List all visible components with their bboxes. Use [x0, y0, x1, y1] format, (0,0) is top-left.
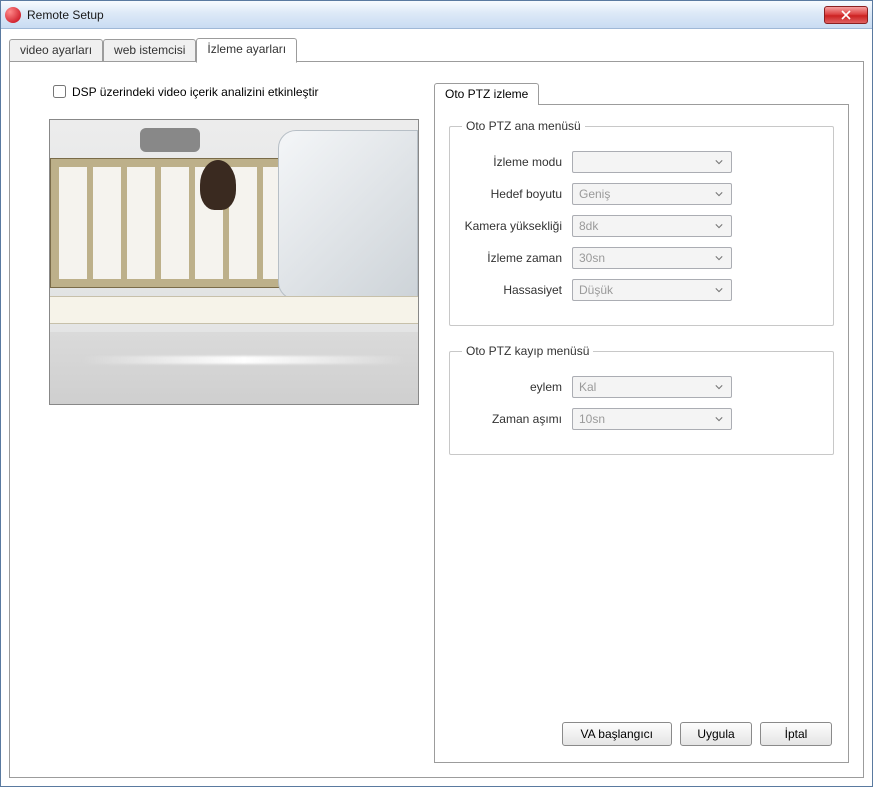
preview-camera-icon: [140, 128, 200, 152]
right-column: Oto PTZ izleme Oto PTZ ana menüsü İzleme…: [434, 82, 849, 763]
chevron-down-icon: [711, 411, 727, 427]
cancel-button[interactable]: İptal: [760, 722, 832, 746]
chevron-down-icon: [711, 379, 727, 395]
preview-light-glare: [80, 356, 408, 364]
select-sensitivity[interactable]: Düşük: [572, 279, 732, 301]
label-timeout: Zaman aşımı: [462, 412, 572, 426]
row-target-size: Hedef boyutu Geniş: [462, 183, 821, 205]
tracking-panel: DSP üzerindeki video içerik analizini et…: [9, 61, 864, 778]
select-action[interactable]: Kal: [572, 376, 732, 398]
chevron-down-icon: [711, 282, 727, 298]
spacer: [449, 473, 834, 718]
chevron-down-icon: [711, 218, 727, 234]
tab-tracking-settings[interactable]: İzleme ayarları: [196, 38, 297, 63]
select-camera-height[interactable]: 8dk: [572, 215, 732, 237]
auto-ptz-panel: Oto PTZ ana menüsü İzleme modu Hedef boy…: [434, 104, 849, 763]
inner-tabs: Oto PTZ izleme: [434, 82, 849, 104]
apply-button[interactable]: Uygula: [680, 722, 752, 746]
select-tracking-mode[interactable]: [572, 151, 732, 173]
enable-dsp-checkbox[interactable]: [53, 85, 66, 98]
select-timeout[interactable]: 10sn: [572, 408, 732, 430]
group-lost-legend: Oto PTZ kayıp menüsü: [462, 344, 593, 358]
preview-ac-unit: [278, 130, 418, 300]
preview-banner: [50, 296, 418, 324]
app-icon: [5, 7, 21, 23]
tab-auto-ptz-tracking[interactable]: Oto PTZ izleme: [434, 83, 539, 105]
value-tracking-time: 30sn: [579, 251, 605, 265]
main-tabs: video ayarları web istemcisi İzleme ayar…: [9, 37, 864, 61]
close-icon: [841, 10, 851, 20]
row-timeout: Zaman aşımı 10sn: [462, 408, 821, 430]
left-column: DSP üzerindeki video içerik analizini et…: [24, 82, 424, 763]
select-target-size[interactable]: Geniş: [572, 183, 732, 205]
close-button[interactable]: [824, 6, 868, 24]
video-preview: [49, 119, 419, 405]
value-timeout: 10sn: [579, 412, 605, 426]
preview-floor: [50, 332, 418, 404]
row-tracking-mode: İzleme modu: [462, 151, 821, 173]
titlebar: Remote Setup: [1, 1, 872, 29]
preview-person-icon: [200, 160, 236, 210]
tab-video-settings[interactable]: video ayarları: [9, 39, 103, 63]
value-target-size: Geniş: [579, 187, 610, 201]
row-camera-height: Kamera yüksekliği 8dk: [462, 215, 821, 237]
chevron-down-icon: [711, 186, 727, 202]
enable-dsp-label: DSP üzerindeki video içerik analizini et…: [72, 85, 319, 99]
value-sensitivity: Düşük: [579, 283, 613, 297]
button-bar: VA başlangıcı Uygula İptal: [449, 718, 834, 748]
row-tracking-time: İzleme zaman 30sn: [462, 247, 821, 269]
window-title: Remote Setup: [27, 8, 824, 22]
row-action: eylem Kal: [462, 376, 821, 398]
value-camera-height: 8dk: [579, 219, 598, 233]
label-camera-height: Kamera yüksekliği: [462, 219, 572, 233]
label-target-size: Hedef boyutu: [462, 187, 572, 201]
preview-board: [50, 158, 310, 288]
remote-setup-window: Remote Setup video ayarları web istemcis…: [0, 0, 873, 787]
label-tracking-time: İzleme zaman: [462, 251, 572, 265]
va-start-button[interactable]: VA başlangıcı: [562, 722, 673, 746]
label-sensitivity: Hassasiyet: [462, 283, 572, 297]
client-area: video ayarları web istemcisi İzleme ayar…: [1, 29, 872, 786]
chevron-down-icon: [711, 250, 727, 266]
content-columns: DSP üzerindeki video içerik analizini et…: [24, 82, 849, 763]
row-sensitivity: Hassasiyet Düşük: [462, 279, 821, 301]
enable-dsp-row: DSP üzerindeki video içerik analizini et…: [24, 82, 424, 101]
group-lost-menu: Oto PTZ kayıp menüsü eylem Kal Zaman aşı…: [449, 344, 834, 455]
chevron-down-icon: [711, 154, 727, 170]
tab-web-client[interactable]: web istemcisi: [103, 39, 196, 63]
select-tracking-time[interactable]: 30sn: [572, 247, 732, 269]
label-tracking-mode: İzleme modu: [462, 155, 572, 169]
group-main-legend: Oto PTZ ana menüsü: [462, 119, 585, 133]
group-main-menu: Oto PTZ ana menüsü İzleme modu Hedef boy…: [449, 119, 834, 326]
label-action: eylem: [462, 380, 572, 394]
value-action: Kal: [579, 380, 596, 394]
